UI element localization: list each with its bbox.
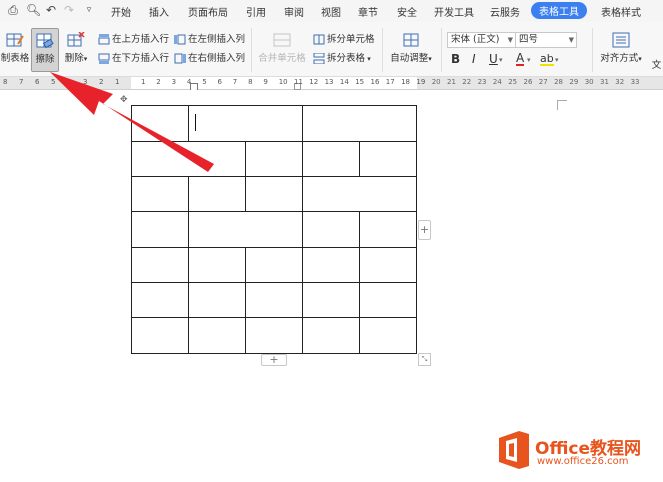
watermark-url: www.office26.com [537,456,629,467]
watermark-logo: Office教程网 www.office26.com [497,430,641,473]
office-logo-icon [499,431,529,469]
annotation-arrow [50,72,214,172]
red-arrow-icon [50,72,214,172]
